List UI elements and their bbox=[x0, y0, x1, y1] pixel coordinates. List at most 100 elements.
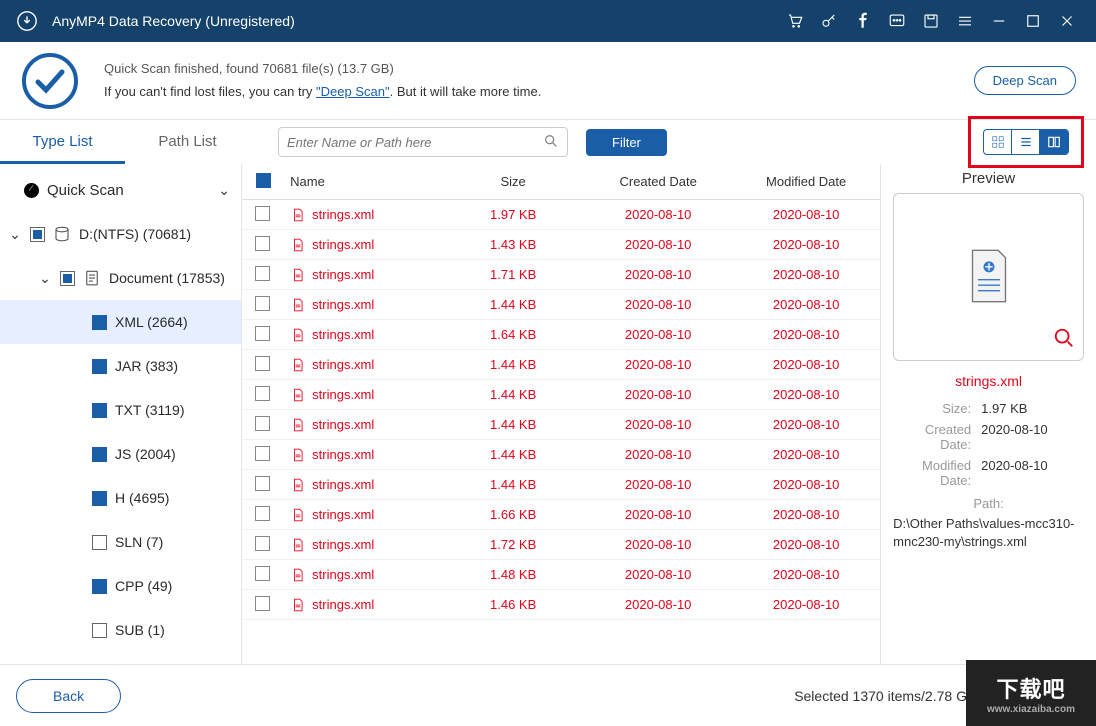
grid-view-icon[interactable] bbox=[984, 130, 1012, 154]
file-created: 2020-08-10 bbox=[584, 297, 732, 312]
row-checkbox[interactable] bbox=[255, 236, 270, 251]
filter-button[interactable]: Filter bbox=[586, 129, 667, 156]
key-icon[interactable] bbox=[812, 0, 846, 42]
table-row[interactable]: strings.xml1.44 KB2020-08-102020-08-10 bbox=[242, 440, 880, 470]
app-title: AnyMP4 Data Recovery (Unregistered) bbox=[52, 13, 295, 29]
chevron-down-icon[interactable]: ⌄ bbox=[36, 270, 54, 287]
file-size: 1.44 KB bbox=[442, 297, 584, 312]
view-toggle bbox=[983, 129, 1069, 155]
sidebar-item[interactable]: CPP (49) bbox=[0, 564, 241, 608]
row-checkbox[interactable] bbox=[255, 596, 270, 611]
row-checkbox[interactable] bbox=[255, 206, 270, 221]
sidebar-drive[interactable]: ⌄ D:(NTFS) (70681) bbox=[0, 212, 241, 256]
col-modified[interactable]: Modified Date bbox=[732, 174, 880, 189]
sidebar-drive-label: D:(NTFS) (70681) bbox=[79, 226, 191, 242]
col-created[interactable]: Created Date bbox=[584, 174, 732, 189]
select-all-checkbox[interactable] bbox=[256, 173, 271, 188]
sidebar-item[interactable]: TXT (3119) bbox=[0, 388, 241, 432]
row-checkbox[interactable] bbox=[255, 296, 270, 311]
row-checkbox[interactable] bbox=[255, 386, 270, 401]
file-modified: 2020-08-10 bbox=[732, 297, 880, 312]
sidebar-item[interactable]: JS (2004) bbox=[0, 432, 241, 476]
sidebar-item[interactable]: H (4695) bbox=[0, 476, 241, 520]
table-row[interactable]: strings.xml1.72 KB2020-08-102020-08-10 bbox=[242, 530, 880, 560]
tab-path-list[interactable]: Path List bbox=[125, 120, 250, 164]
table-row[interactable]: strings.xml1.44 KB2020-08-102020-08-10 bbox=[242, 290, 880, 320]
file-created: 2020-08-10 bbox=[584, 387, 732, 402]
list-view-icon[interactable] bbox=[1012, 130, 1040, 154]
table-row[interactable]: strings.xml1.64 KB2020-08-102020-08-10 bbox=[242, 320, 880, 350]
sidebar-item[interactable]: SUB (1) bbox=[0, 608, 241, 652]
table-row[interactable]: strings.xml1.97 KB2020-08-102020-08-10 bbox=[242, 200, 880, 230]
table-row[interactable]: strings.xml1.48 KB2020-08-102020-08-10 bbox=[242, 560, 880, 590]
checkbox[interactable] bbox=[92, 359, 107, 374]
row-checkbox[interactable] bbox=[255, 416, 270, 431]
xml-file-icon bbox=[290, 236, 306, 254]
chevron-down-icon[interactable]: ⌄ bbox=[6, 226, 24, 243]
sidebar-item[interactable]: SLN (7) bbox=[0, 520, 241, 564]
col-size[interactable]: Size bbox=[442, 174, 584, 189]
table-row[interactable]: strings.xml1.44 KB2020-08-102020-08-10 bbox=[242, 380, 880, 410]
file-name: strings.xml bbox=[312, 597, 374, 612]
file-name: strings.xml bbox=[312, 537, 374, 552]
checkbox[interactable] bbox=[92, 535, 107, 550]
row-checkbox[interactable] bbox=[255, 326, 270, 341]
search-box[interactable] bbox=[278, 127, 568, 157]
sidebar-document[interactable]: ⌄ Document (17853) bbox=[0, 256, 241, 300]
checkbox-indeterminate[interactable] bbox=[60, 271, 75, 286]
sidebar-item[interactable]: JAR (383) bbox=[0, 344, 241, 388]
chevron-down-icon[interactable]: ⌄ bbox=[215, 182, 233, 199]
sidebar-item-label: CPP (49) bbox=[115, 578, 172, 594]
save-icon[interactable] bbox=[914, 0, 948, 42]
checkbox[interactable] bbox=[92, 315, 107, 330]
row-checkbox[interactable] bbox=[255, 476, 270, 491]
detail-view-icon[interactable] bbox=[1040, 130, 1068, 154]
document-icon bbox=[83, 269, 101, 287]
table-header: Name Size Created Date Modified Date bbox=[242, 164, 880, 200]
row-checkbox[interactable] bbox=[255, 446, 270, 461]
file-size: 1.43 KB bbox=[442, 237, 584, 252]
tab-type-list[interactable]: Type List bbox=[0, 120, 125, 164]
search-input[interactable] bbox=[287, 135, 543, 150]
minimize-icon[interactable] bbox=[982, 0, 1016, 42]
file-size: 1.64 KB bbox=[442, 327, 584, 342]
table-row[interactable]: strings.xml1.44 KB2020-08-102020-08-10 bbox=[242, 470, 880, 500]
table-row[interactable]: strings.xml1.46 KB2020-08-102020-08-10 bbox=[242, 590, 880, 620]
file-size: 1.97 KB bbox=[442, 207, 584, 222]
zoom-icon[interactable] bbox=[1053, 327, 1075, 352]
search-icon[interactable] bbox=[543, 133, 559, 152]
deep-scan-link[interactable]: "Deep Scan" bbox=[316, 84, 390, 99]
preview-path-value: D:\Other Paths\values-mcc310-mnc230-my\s… bbox=[893, 515, 1084, 551]
sidebar-item[interactable]: XML (2664) bbox=[0, 300, 241, 344]
row-checkbox[interactable] bbox=[255, 266, 270, 281]
menu-icon[interactable] bbox=[948, 0, 982, 42]
table-row[interactable]: strings.xml1.43 KB2020-08-102020-08-10 bbox=[242, 230, 880, 260]
table-row[interactable]: strings.xml1.66 KB2020-08-102020-08-10 bbox=[242, 500, 880, 530]
close-icon[interactable] bbox=[1050, 0, 1084, 42]
xml-file-icon bbox=[290, 596, 306, 614]
sidebar-quickscan[interactable]: ✓ Quick Scan ⌄ bbox=[0, 168, 241, 212]
deep-scan-button[interactable]: Deep Scan bbox=[974, 66, 1076, 95]
table-row[interactable]: strings.xml1.44 KB2020-08-102020-08-10 bbox=[242, 410, 880, 440]
checkbox[interactable] bbox=[92, 491, 107, 506]
row-checkbox[interactable] bbox=[255, 356, 270, 371]
facebook-icon[interactable] bbox=[846, 0, 880, 42]
checkbox-indeterminate[interactable] bbox=[30, 227, 45, 242]
checkbox[interactable] bbox=[92, 623, 107, 638]
col-name[interactable]: Name bbox=[282, 174, 442, 189]
checkbox[interactable] bbox=[92, 579, 107, 594]
table-row[interactable]: strings.xml1.71 KB2020-08-102020-08-10 bbox=[242, 260, 880, 290]
xml-file-icon bbox=[290, 446, 306, 464]
row-checkbox[interactable] bbox=[255, 536, 270, 551]
checkbox[interactable] bbox=[92, 403, 107, 418]
back-button[interactable]: Back bbox=[16, 679, 121, 713]
checkbox[interactable] bbox=[92, 447, 107, 462]
xml-file-icon bbox=[290, 326, 306, 344]
row-checkbox[interactable] bbox=[255, 566, 270, 581]
cart-icon[interactable] bbox=[778, 0, 812, 42]
row-checkbox[interactable] bbox=[255, 506, 270, 521]
file-name: strings.xml bbox=[312, 417, 374, 432]
table-row[interactable]: strings.xml1.44 KB2020-08-102020-08-10 bbox=[242, 350, 880, 380]
feedback-icon[interactable] bbox=[880, 0, 914, 42]
maximize-icon[interactable] bbox=[1016, 0, 1050, 42]
